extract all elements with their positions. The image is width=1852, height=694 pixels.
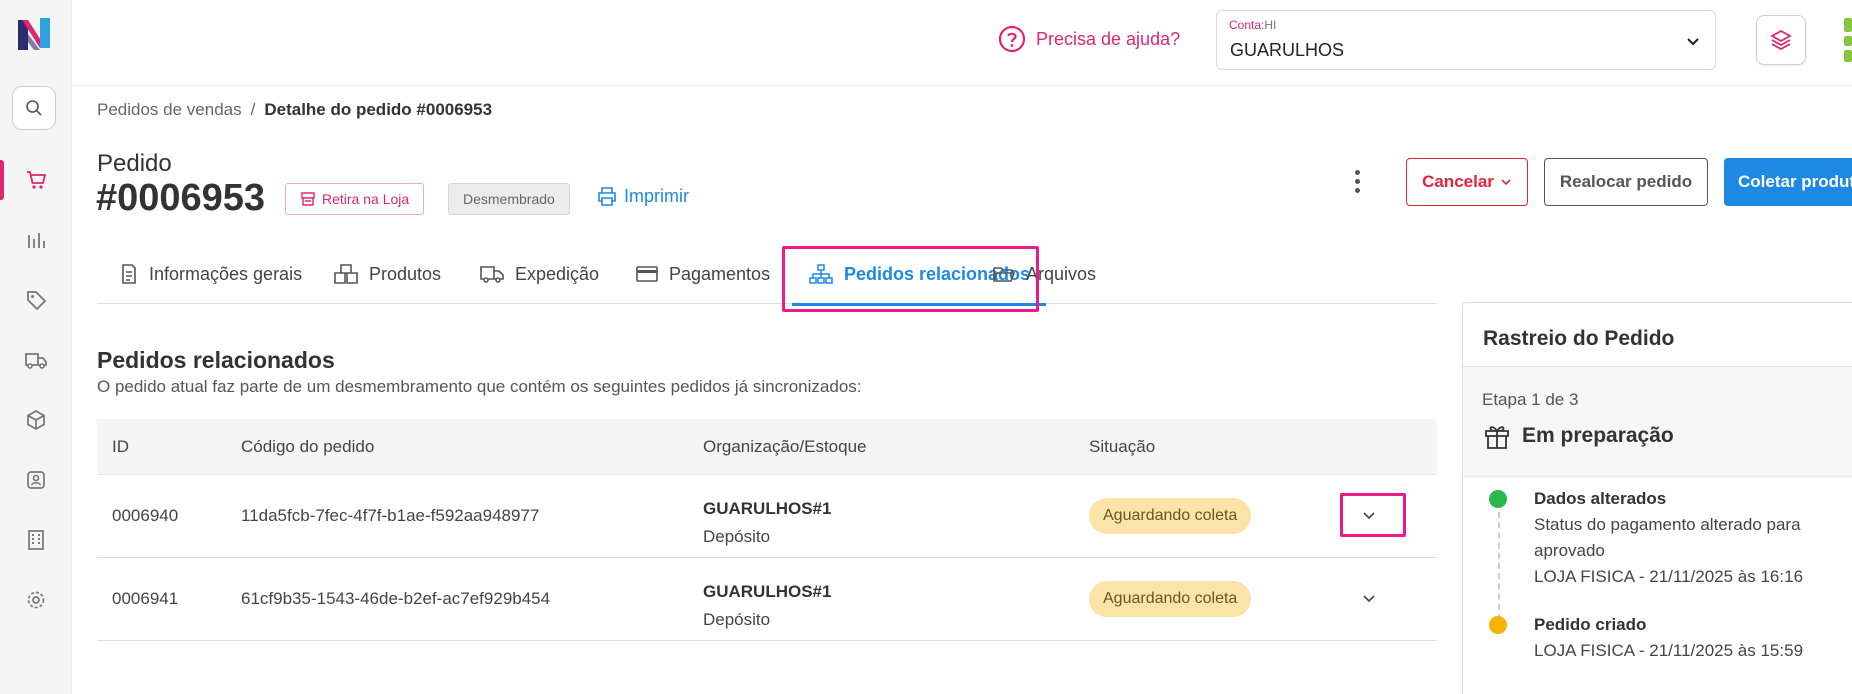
related-orders-table: ID Código do pedido Organização/Estoque … bbox=[97, 419, 1437, 641]
printer-icon bbox=[598, 187, 616, 206]
folder-icon bbox=[993, 267, 1016, 282]
truck-icon bbox=[480, 266, 504, 283]
tag-icon bbox=[27, 291, 47, 311]
search-button[interactable] bbox=[12, 86, 56, 130]
timeline-connector bbox=[1498, 512, 1500, 620]
tracking-stage: Em preparação bbox=[1482, 421, 1674, 451]
row-code[interactable]: 61cf9b35-1543-46de-b2ef-ac7ef929b454 bbox=[241, 589, 550, 609]
tab-products[interactable]: Produtos bbox=[333, 245, 441, 303]
event-dot-green bbox=[1489, 490, 1507, 508]
cancel-label: Cancelar bbox=[1422, 172, 1494, 191]
cart-icon bbox=[27, 171, 47, 189]
more-options-button[interactable] bbox=[1345, 166, 1369, 196]
chevron-down-icon bbox=[1501, 179, 1511, 186]
nav-settings[interactable] bbox=[0, 578, 72, 622]
boxes-icon bbox=[334, 264, 358, 284]
nav-sales[interactable] bbox=[0, 158, 72, 202]
card-icon bbox=[636, 266, 658, 282]
layers-button[interactable] bbox=[1756, 15, 1806, 65]
print-label: Imprimir bbox=[624, 185, 689, 206]
help-label: Precisa de ajuda? bbox=[1036, 28, 1181, 49]
status-badge: Aguardando coleta bbox=[1089, 581, 1252, 617]
nav-shipping[interactable] bbox=[0, 338, 72, 382]
gear-icon bbox=[27, 591, 45, 609]
column-id: ID bbox=[112, 437, 129, 456]
account-label: Conta:HI bbox=[1229, 18, 1277, 32]
row-id: 0006941 bbox=[112, 589, 179, 608]
layers-icon bbox=[1770, 29, 1792, 51]
sidebar bbox=[0, 0, 72, 694]
order-number: #0006953 bbox=[96, 177, 266, 219]
user-badge-icon bbox=[27, 471, 45, 489]
event-dot-yellow bbox=[1489, 616, 1507, 634]
nav-tags[interactable] bbox=[0, 278, 72, 322]
brand-logo[interactable] bbox=[14, 14, 54, 54]
related-title: Pedidos relacionados bbox=[97, 347, 335, 373]
document-icon bbox=[122, 264, 136, 284]
tab-files[interactable]: Arquivos bbox=[992, 245, 1096, 303]
question-circle-icon bbox=[998, 25, 1026, 53]
row-code[interactable]: 11da5fcb-7fec-4f7f-b1ae-f592aa948977 bbox=[241, 506, 539, 526]
cube-icon bbox=[27, 410, 45, 430]
row-organization: GUARULHOS#1 Depósito bbox=[703, 499, 832, 546]
app-root: Precisa de ajuda? Conta:HI GUARULHOS Ped… bbox=[0, 0, 1852, 694]
gift-box-icon bbox=[1485, 426, 1509, 449]
tracking-step: Etapa 1 de 3 bbox=[1482, 390, 1579, 409]
table-row[interactable]: 0006940 11da5fcb-7fec-4f7f-b1ae-f592aa94… bbox=[97, 475, 1437, 558]
bar-chart-icon bbox=[28, 233, 45, 248]
building-icon bbox=[28, 530, 44, 550]
account-select[interactable]: Conta:HI GUARULHOS bbox=[1216, 10, 1716, 70]
column-order-code: Código do pedido bbox=[241, 437, 375, 456]
nav-customers[interactable] bbox=[0, 458, 72, 502]
tab-general-info[interactable]: Informações gerais bbox=[119, 245, 302, 303]
column-organization: Organização/Estoque bbox=[703, 437, 867, 456]
nav-products[interactable] bbox=[0, 398, 72, 442]
breadcrumb-current: Detalhe do pedido #0006953 bbox=[264, 100, 493, 119]
reallocate-button[interactable]: Realocar pedido bbox=[1544, 158, 1708, 206]
truck-icon bbox=[25, 353, 47, 369]
breadcrumb: Pedidos de vendas / Detalhe do pedido #000… bbox=[97, 100, 492, 120]
row-organization: GUARULHOS#1 Depósito bbox=[703, 582, 832, 629]
partial-green-icon bbox=[1844, 18, 1852, 62]
cancel-button[interactable]: Cancelar bbox=[1406, 158, 1528, 206]
nav-organizations[interactable] bbox=[0, 518, 72, 562]
chevron-down-icon[interactable] bbox=[1359, 505, 1379, 525]
tracking-title: Rastreio do Pedido bbox=[1463, 303, 1852, 367]
breadcrumb-separator: / bbox=[250, 100, 256, 119]
tracking-event: Dados alterados Status do pagamento alte… bbox=[1534, 489, 1804, 586]
search-icon bbox=[26, 100, 42, 116]
pickup-badge-label: Retira na Loja bbox=[322, 191, 410, 207]
order-label: Pedido bbox=[97, 150, 172, 177]
hierarchy-icon bbox=[809, 264, 833, 284]
column-status: Situação bbox=[1089, 437, 1156, 456]
row-id: 0006940 bbox=[112, 506, 179, 525]
tab-shipping[interactable]: Expedição bbox=[479, 245, 599, 303]
account-value: GUARULHOS bbox=[1230, 40, 1345, 60]
table-header: ID Código do pedido Organização/Estoque … bbox=[97, 419, 1437, 475]
breadcrumb-parent[interactable]: Pedidos de vendas bbox=[97, 100, 242, 119]
collect-products-button[interactable]: Coletar produtos bbox=[1724, 158, 1852, 206]
pickup-badge: Retira na Loja bbox=[285, 183, 425, 215]
tab-bar: Informações gerais Produtos Expedição Pa… bbox=[97, 245, 1437, 306]
split-badge: Desmembrado bbox=[448, 183, 570, 215]
table-row[interactable]: 0006941 61cf9b35-1543-46de-b2ef-ac7ef929… bbox=[97, 558, 1437, 641]
store-pickup-icon bbox=[301, 192, 315, 206]
print-link[interactable]: Imprimir bbox=[596, 185, 689, 207]
help-link[interactable]: Precisa de ajuda? bbox=[998, 25, 1180, 53]
chevron-down-icon bbox=[1687, 38, 1699, 46]
chevron-down-icon[interactable] bbox=[1359, 588, 1379, 608]
tracking-event: Pedido criado LOJA FISICA - 21/11/2025 à… bbox=[1534, 615, 1804, 660]
tab-payments[interactable]: Pagamentos bbox=[635, 245, 770, 303]
topbar: Precisa de ajuda? Conta:HI GUARULHOS bbox=[72, 0, 1852, 86]
related-description: O pedido atual faz parte de um desmembra… bbox=[97, 377, 862, 396]
status-badge: Aguardando coleta bbox=[1089, 498, 1252, 534]
nav-reports[interactable] bbox=[0, 218, 72, 262]
